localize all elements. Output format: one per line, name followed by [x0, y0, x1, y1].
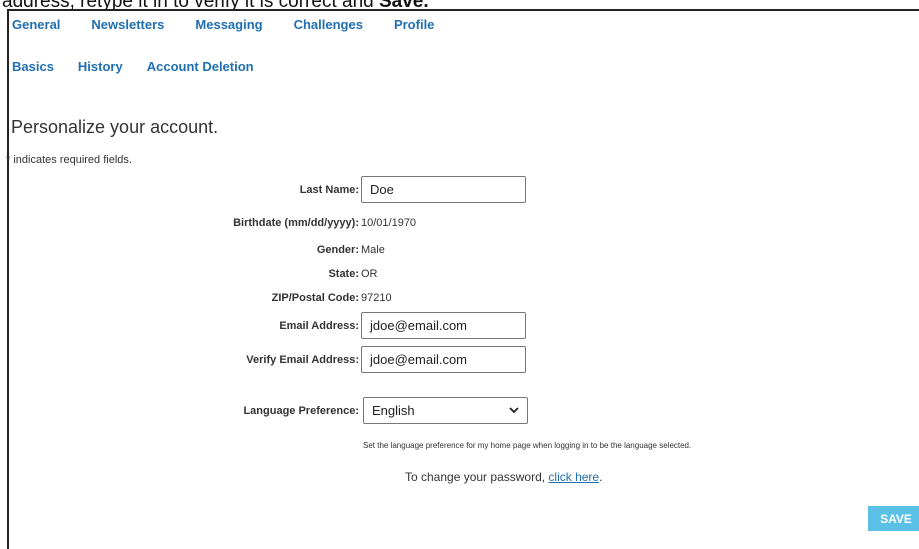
last-name-label: Last Name:: [299, 183, 359, 196]
verify-email-label: Verify Email Address:: [246, 353, 359, 366]
last-name-input[interactable]: Doe: [361, 176, 526, 203]
language-preference-note: Set the language preference for my home …: [363, 441, 692, 450]
subnav-account-deletion[interactable]: Account Deletion: [147, 59, 254, 74]
change-password-line: To change your password, click here.: [405, 470, 602, 484]
language-row: Language Preference: English: [0, 397, 528, 424]
birthdate-label: Birthdate (mm/dd/yyyy):: [233, 217, 359, 229]
nav-messaging[interactable]: Messaging: [195, 17, 262, 32]
birthdate-row: Birthdate (mm/dd/yyyy): 10/01/1970: [0, 217, 416, 229]
nav-profile[interactable]: Profile: [394, 17, 434, 32]
subnav-basics[interactable]: Basics: [12, 59, 54, 74]
email-label: Email Address:: [279, 319, 359, 332]
subnav-history[interactable]: History: [78, 59, 123, 74]
email-row: Email Address: jdoe@email.com: [0, 312, 526, 339]
zip-label: ZIP/Postal Code:: [271, 292, 359, 304]
chevron-down-icon: [509, 407, 519, 414]
change-password-link[interactable]: click here: [548, 470, 599, 484]
birthdate-value: 10/01/1970: [361, 217, 417, 229]
save-button[interactable]: SAVE: [868, 506, 919, 531]
zip-row: ZIP/Postal Code: 97210: [0, 292, 392, 304]
state-label: State:: [328, 268, 359, 280]
nav-newsletters[interactable]: Newsletters: [91, 17, 164, 32]
last-name-row: Last Name: Doe: [0, 176, 526, 203]
email-input[interactable]: jdoe@email.com: [361, 312, 526, 339]
required-fields-note: * indicates required fields.: [6, 154, 132, 166]
nav-general[interactable]: General: [12, 17, 60, 32]
verify-email-input[interactable]: jdoe@email.com: [361, 346, 526, 373]
gender-label: Gender:: [316, 244, 359, 256]
language-label: Language Preference:: [243, 404, 359, 417]
change-password-suffix: .: [599, 470, 603, 484]
gender-row: Gender: Male: [0, 244, 385, 256]
state-row: State: OR: [0, 268, 378, 280]
state-value: OR: [361, 268, 378, 280]
primary-nav: General Newsletters Messaging Challenges…: [12, 17, 465, 32]
language-selected-value: English: [372, 403, 415, 418]
gender-value: Male: [361, 244, 385, 256]
zip-value: 97210: [361, 292, 392, 304]
page-title: Personalize your account.: [11, 117, 219, 137]
nav-challenges[interactable]: Challenges: [294, 17, 363, 32]
verify-email-row: Verify Email Address: jdoe@email.com: [0, 346, 526, 373]
language-select[interactable]: English: [363, 397, 528, 424]
secondary-nav: Basics History Account Deletion: [12, 59, 278, 74]
change-password-text: To change your password,: [405, 470, 549, 484]
